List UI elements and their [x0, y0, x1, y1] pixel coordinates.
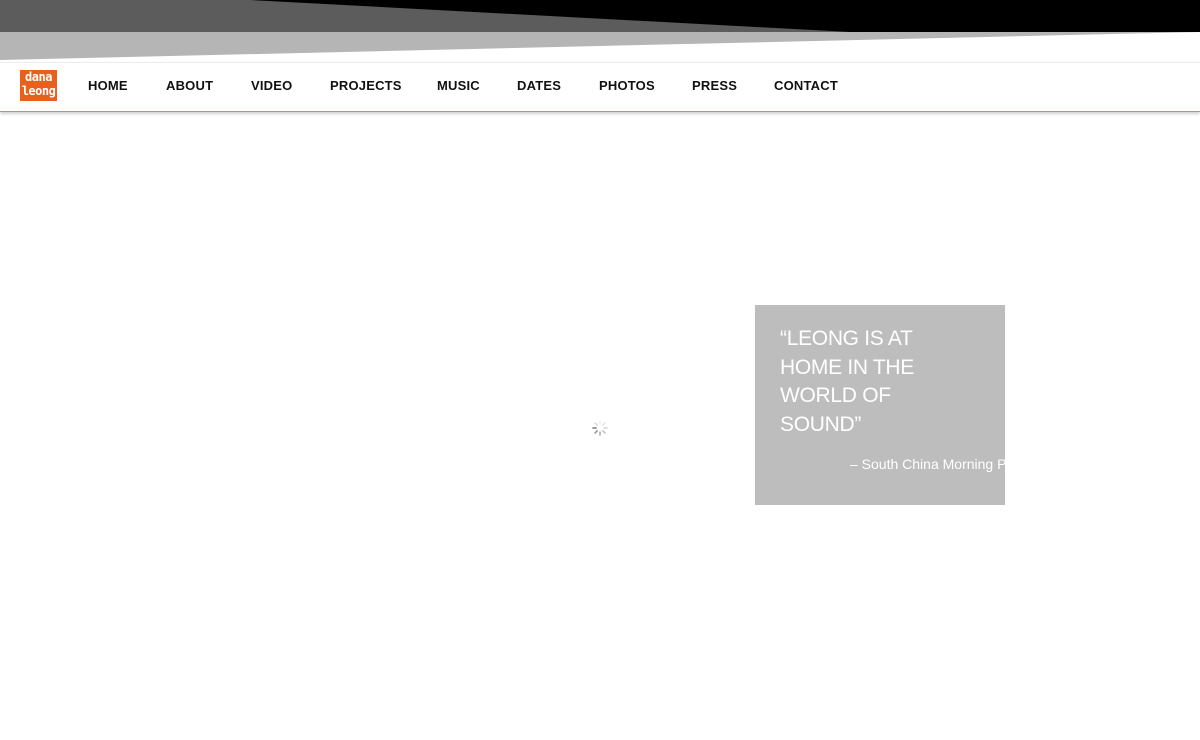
nav-music[interactable]: MUSIC	[437, 78, 480, 93]
nav-photos[interactable]: PHOTOS	[599, 78, 655, 93]
nav-home[interactable]: HOME	[88, 78, 128, 93]
quote-text: “LEONG IS AT HOME IN THE WORLD OF SOUND”	[780, 327, 914, 436]
page: dana leong HOME ABOUT VIDEO PROJECTS MUS…	[0, 0, 1200, 740]
quote-source: – South China Morning Post	[850, 456, 1005, 472]
nav-dates[interactable]: DATES	[517, 78, 561, 93]
spinner-icon	[592, 420, 608, 436]
press-quote-card: “LEONG IS AT HOME IN THE WORLD OF SOUND”…	[755, 305, 1005, 505]
header-banner	[0, 0, 1200, 62]
nav-video[interactable]: VIDEO	[251, 78, 292, 93]
nav-about[interactable]: ABOUT	[166, 78, 213, 93]
nav-press[interactable]: PRESS	[692, 78, 737, 93]
nav-projects[interactable]: PROJECTS	[330, 78, 402, 93]
logo-line-2: leong	[21, 84, 56, 98]
logo-line-1: dana	[25, 70, 52, 84]
main-nav: dana leong HOME ABOUT VIDEO PROJECTS MUS…	[0, 62, 1200, 112]
site-logo[interactable]: dana leong	[20, 70, 57, 101]
nav-contact[interactable]: CONTACT	[774, 78, 838, 93]
